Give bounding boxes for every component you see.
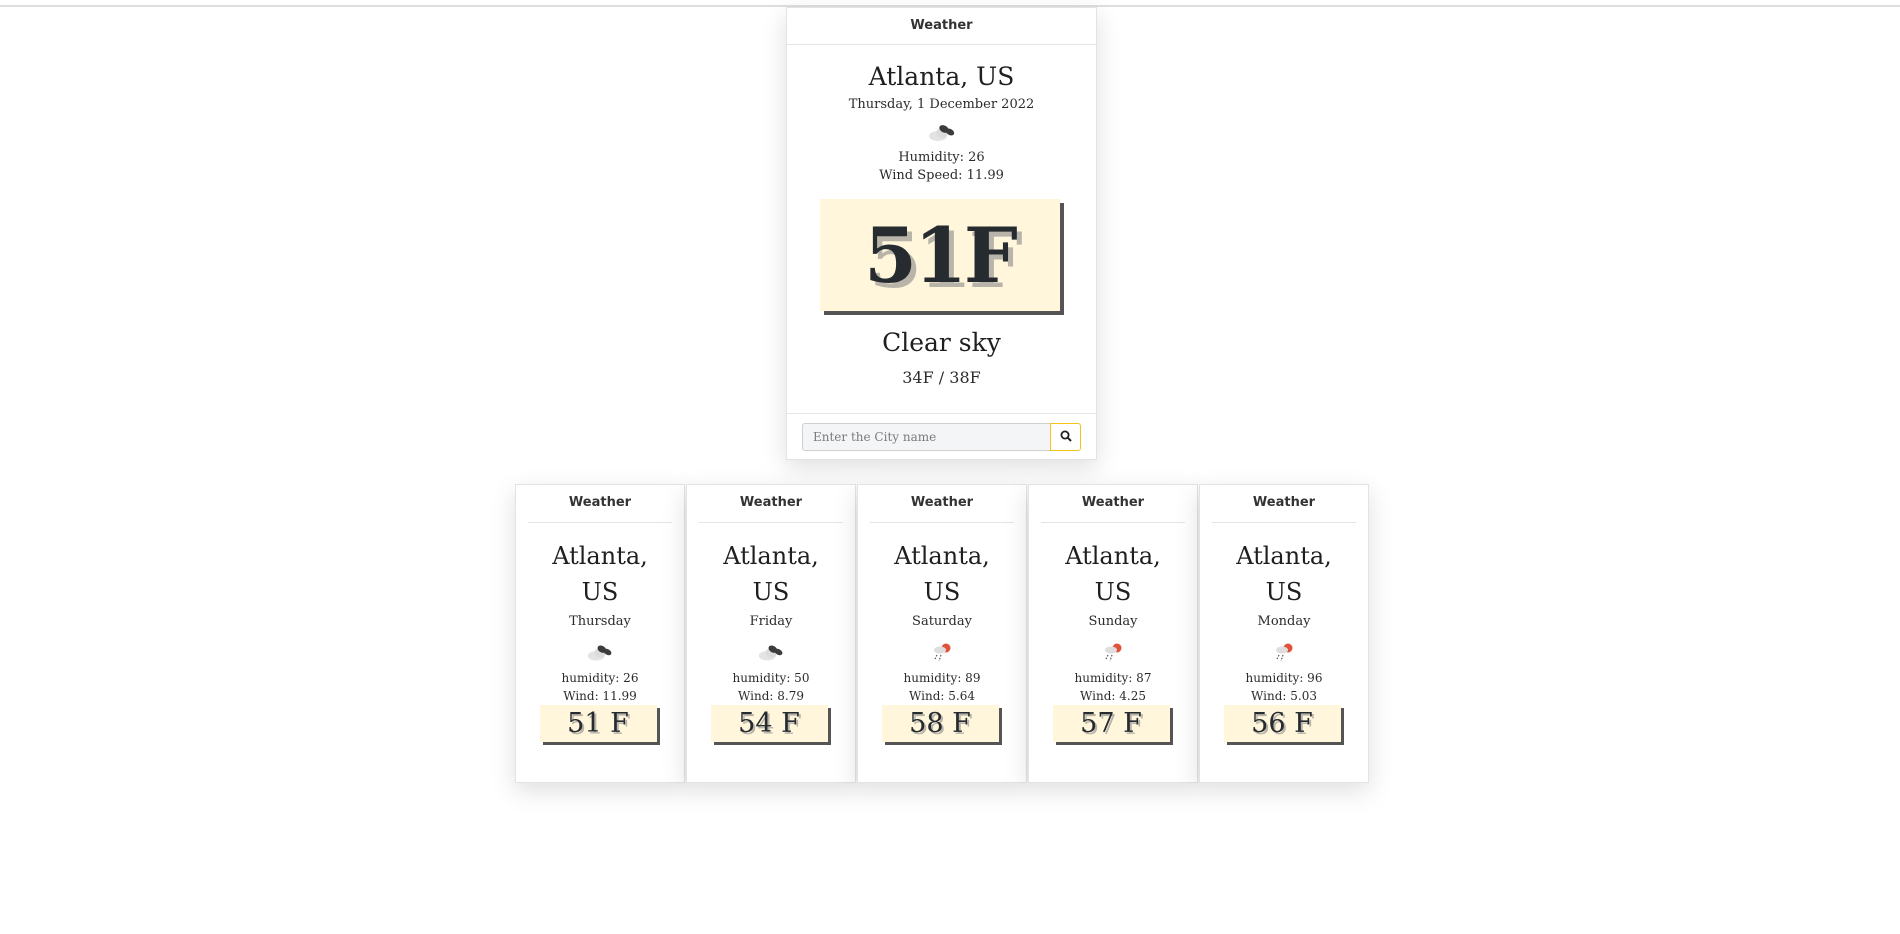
city-name: Atlanta, US [1236, 542, 1332, 606]
humidity-value: Humidity: 26 [898, 150, 985, 165]
rain-icon [1098, 641, 1128, 663]
temperature-box: 54 F [710, 705, 828, 742]
wind-speed-value: Wind Speed: 11.99 [879, 168, 1004, 183]
card-header: Weather [870, 485, 1014, 523]
forecast-day: Friday [749, 614, 793, 629]
forecast-card: Weather Atlanta, US Friday humidity: 50 W… [686, 484, 856, 783]
temperature-box: 51 F [539, 705, 657, 742]
city-search-input[interactable] [802, 423, 1050, 451]
rain-icon [1269, 641, 1299, 663]
forecast-day: Saturday [912, 614, 972, 629]
temperature-box: 51F [819, 199, 1060, 311]
wind-value: Wind: 5.03 [1251, 689, 1317, 703]
city-name: Atlanta, US [1065, 542, 1161, 606]
forecast-card: Weather Atlanta, US Monday humidity: 96 W… [1199, 484, 1369, 783]
humidity-value: humidity: 26 [561, 671, 639, 685]
city-name: Atlanta, US [552, 542, 648, 606]
forecast-day: Sunday [1088, 614, 1138, 629]
weather-description: Clear sky [882, 328, 1001, 357]
cloudy-icon [585, 641, 615, 663]
search-button[interactable] [1050, 423, 1081, 451]
forecast-day: Thursday [569, 614, 631, 629]
temperature-box: 57 F [1052, 705, 1170, 742]
city-name: Atlanta, US [894, 542, 990, 606]
humidity-value: humidity: 87 [1074, 671, 1152, 685]
temperature-box: 56 F [1223, 705, 1341, 742]
card-header: Weather [528, 485, 672, 523]
humidity-value: humidity: 89 [903, 671, 981, 685]
rain-icon [927, 641, 957, 663]
city-name: Atlanta, US [868, 62, 1015, 91]
wind-value: Wind: 11.99 [563, 689, 637, 703]
card-header: Weather [699, 485, 843, 523]
forecast-temperature: 51 F [567, 708, 629, 739]
forecast-card: Weather Atlanta, US Thursday humidity: 26… [515, 484, 685, 783]
forecast-card: Weather Atlanta, US Saturday humidity: 89… [857, 484, 1027, 783]
current-date: Thursday, 1 December 2022 [848, 97, 1035, 112]
cloudy-icon [756, 641, 786, 663]
humidity-value: humidity: 50 [732, 671, 810, 685]
city-name: Atlanta, US [723, 542, 819, 606]
wind-value: Wind: 8.79 [738, 689, 804, 703]
forecast-temperature: 57 F [1080, 708, 1142, 739]
forecast-temperature: 56 F [1251, 708, 1313, 739]
card-header: Weather [1041, 485, 1185, 523]
wind-value: Wind: 5.64 [909, 689, 975, 703]
card-header: Weather [1212, 485, 1356, 523]
humidity-value: humidity: 96 [1245, 671, 1323, 685]
temperature-box: 58 F [881, 705, 999, 742]
cloudy-icon [926, 121, 958, 143]
forecast-temperature: 54 F [738, 708, 800, 739]
forecast-temperature: 58 F [909, 708, 971, 739]
min-max-temperature: 34F / 38F [902, 368, 981, 387]
search-icon [1060, 430, 1072, 442]
card-header: Weather [787, 8, 1096, 45]
current-weather-card: Weather Atlanta, US Thursday, 1 December… [786, 7, 1097, 460]
wind-value: Wind: 4.25 [1080, 689, 1146, 703]
search-bar [787, 413, 1096, 461]
forecast-day: Monday [1257, 614, 1311, 629]
forecast-card: Weather Atlanta, US Sunday humidity: 87 W… [1028, 484, 1198, 783]
current-temperature: 51F [864, 210, 1018, 300]
